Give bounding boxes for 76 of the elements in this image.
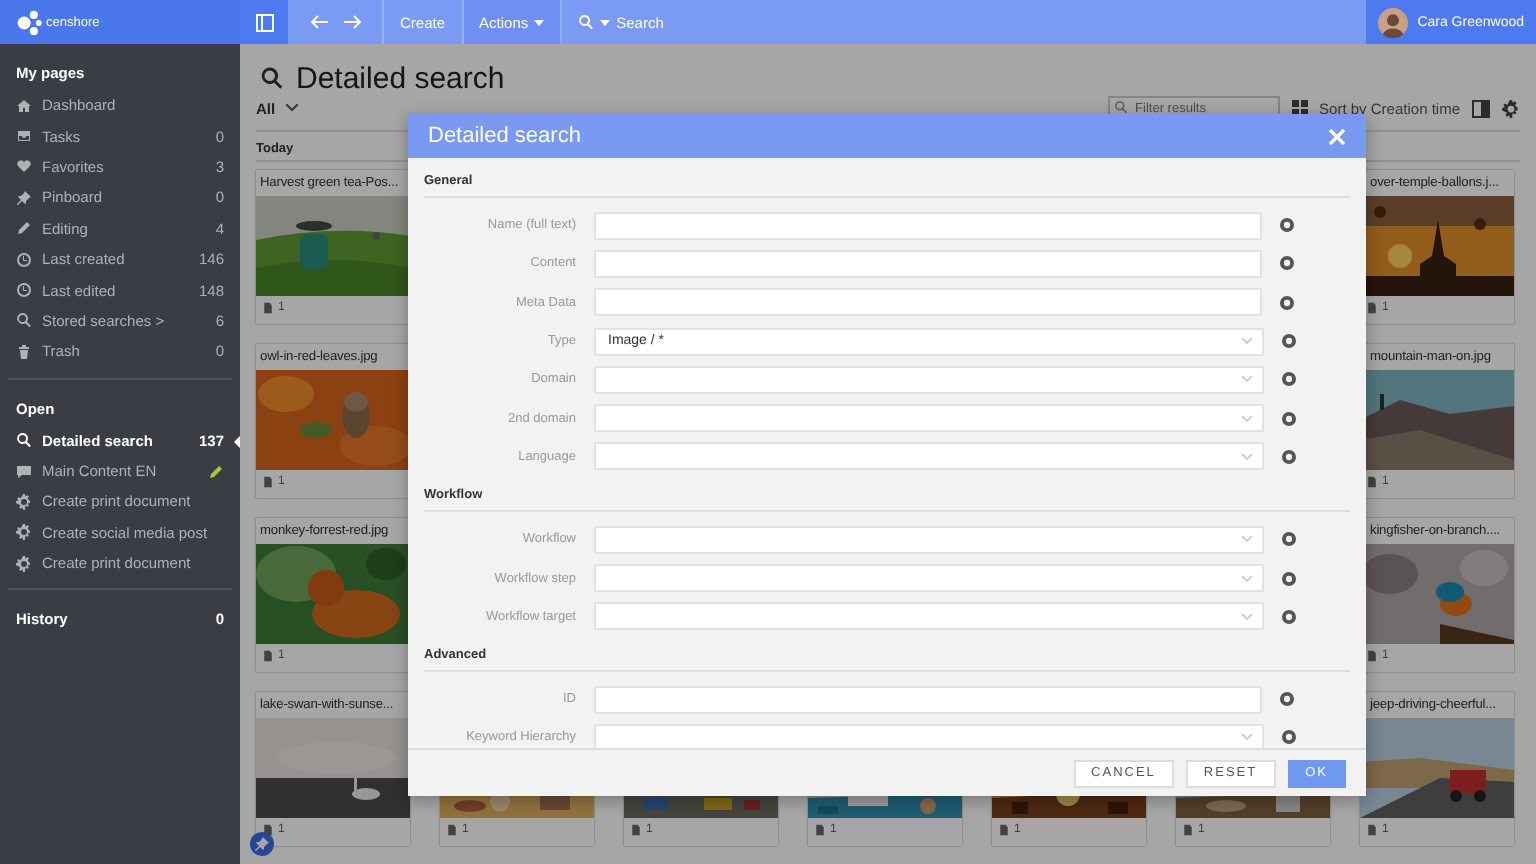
clear-icon[interactable] <box>1280 256 1294 271</box>
avatar[interactable] <box>1377 7 1408 37</box>
clock-icon <box>16 251 32 268</box>
pin-icon <box>16 189 32 206</box>
gear-icon <box>16 493 32 510</box>
caret-icon <box>534 19 545 25</box>
clear-icon[interactable] <box>1282 411 1296 426</box>
sidebar-icon <box>255 13 273 31</box>
document-icon <box>262 650 274 662</box>
document-icon <box>262 824 274 836</box>
chevron-down-icon <box>1242 453 1252 460</box>
pin-icon <box>254 836 270 852</box>
select-field[interactable] <box>594 602 1264 631</box>
document-icon <box>1366 302 1378 314</box>
chevron-down-icon <box>1242 376 1252 383</box>
clock-icon <box>16 282 32 299</box>
close-icon[interactable] <box>1328 127 1346 145</box>
gear-icon <box>16 524 32 541</box>
document-icon <box>262 476 274 488</box>
chevron-down-icon <box>1242 415 1252 422</box>
clear-icon[interactable] <box>1280 218 1294 233</box>
search-icon <box>16 432 32 449</box>
chevron-down-icon <box>1242 536 1252 543</box>
document-icon <box>814 824 826 836</box>
select-field[interactable] <box>594 442 1264 471</box>
clear-icon[interactable] <box>1282 730 1296 745</box>
clear-icon[interactable] <box>1280 295 1294 310</box>
document-icon <box>1366 824 1378 836</box>
speech-bubble-icon <box>16 463 32 480</box>
chevron-down-icon <box>1242 338 1252 345</box>
heart-icon <box>16 158 32 175</box>
clear-icon[interactable] <box>1282 334 1296 349</box>
pin-button[interactable] <box>250 832 274 856</box>
gear-icon <box>16 555 32 572</box>
sidebar-toggle-button[interactable] <box>240 0 290 44</box>
select-field[interactable] <box>594 723 1264 748</box>
chevron-down-icon <box>1242 734 1252 741</box>
home-icon <box>16 97 32 114</box>
document-icon <box>1366 476 1378 488</box>
input-field[interactable] <box>594 288 1262 317</box>
document-icon <box>446 824 458 836</box>
search-icon <box>16 312 32 329</box>
document-icon <box>630 824 642 836</box>
inbox-icon <box>16 128 32 145</box>
logo-icon <box>16 9 42 35</box>
search-icon <box>260 66 284 90</box>
forward-arrow-icon[interactable] <box>344 14 362 30</box>
panel-icon[interactable] <box>1472 99 1490 117</box>
back-arrow-icon[interactable] <box>310 14 328 30</box>
pencil-icon <box>16 220 32 237</box>
clear-icon[interactable] <box>1282 609 1296 624</box>
document-icon <box>262 302 274 314</box>
input-field[interactable] <box>594 211 1262 240</box>
clear-icon[interactable] <box>1282 372 1296 387</box>
select-field[interactable] <box>594 525 1264 554</box>
clear-icon[interactable] <box>1282 532 1296 547</box>
input-field[interactable] <box>594 249 1262 278</box>
document-icon <box>1366 650 1378 662</box>
caret-icon <box>600 19 611 25</box>
document-icon <box>1182 824 1194 836</box>
document-icon <box>998 824 1010 836</box>
settings-icon[interactable] <box>1502 99 1520 117</box>
page-title: Detailed search <box>296 61 505 95</box>
clear-icon[interactable] <box>1280 692 1294 707</box>
input-field[interactable] <box>594 685 1262 714</box>
clear-icon[interactable] <box>1282 571 1296 586</box>
trash-icon <box>16 343 32 360</box>
chevron-down-icon <box>285 104 298 112</box>
search-icon <box>578 14 595 30</box>
select-field[interactable] <box>594 365 1264 394</box>
chevron-down-icon <box>1242 575 1252 582</box>
select-field[interactable] <box>594 564 1264 593</box>
clear-icon[interactable] <box>1282 449 1296 464</box>
chevron-down-icon <box>1242 613 1252 620</box>
dialog-title: Detailed search <box>428 124 581 148</box>
select-field[interactable] <box>594 404 1264 433</box>
